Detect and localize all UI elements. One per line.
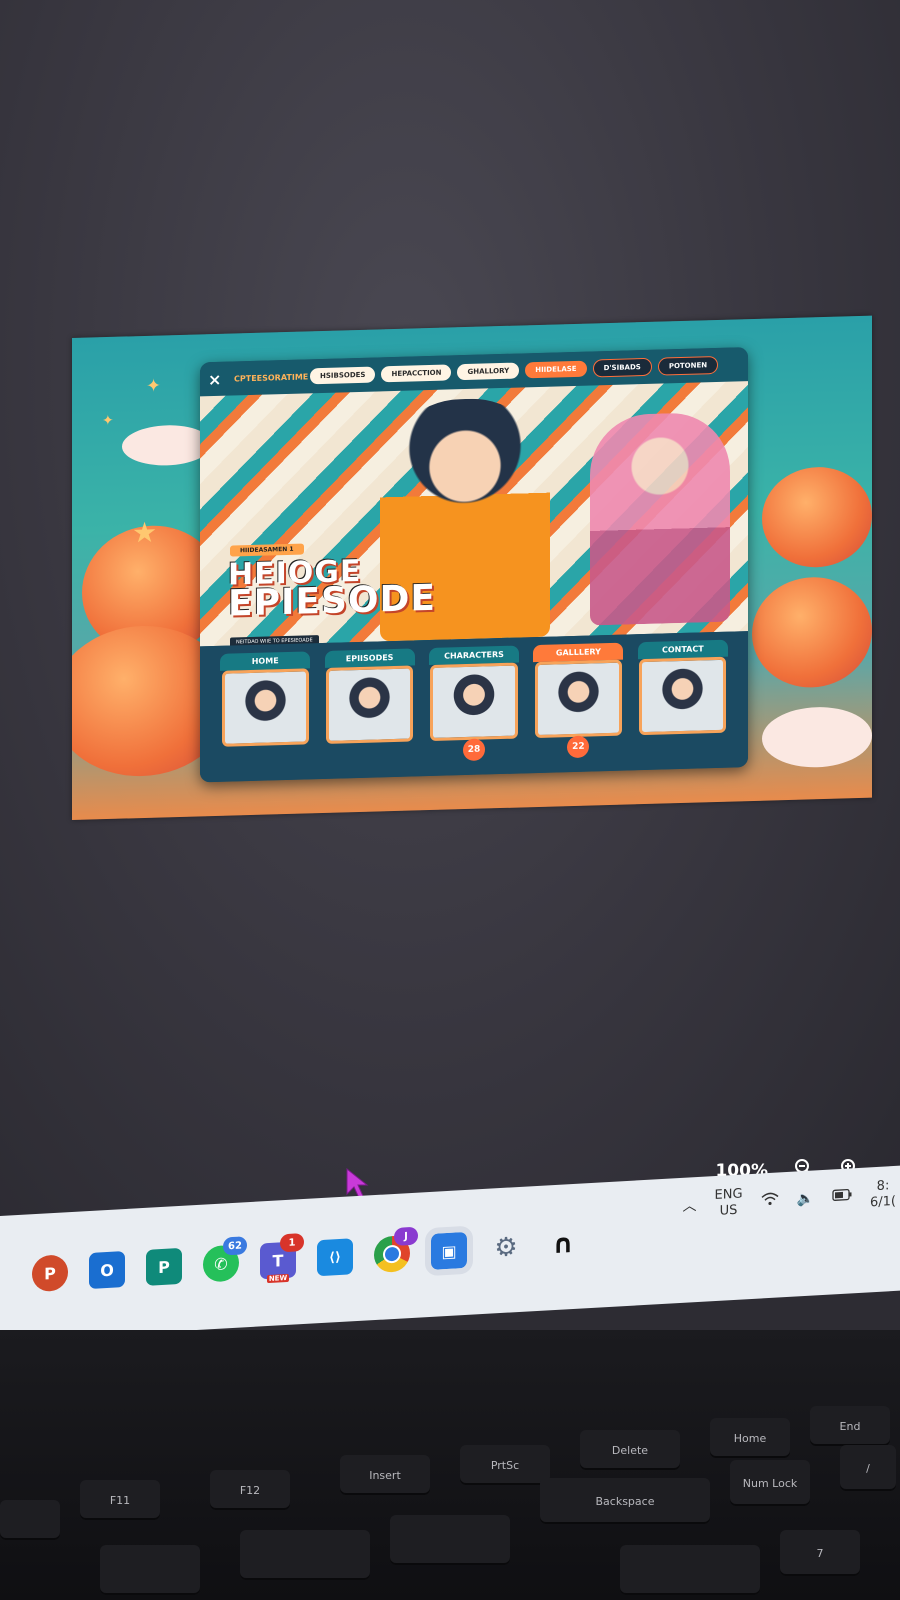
outlook-icon[interactable]: O (89, 1251, 125, 1290)
teams-icon[interactable]: T 1 NEW (260, 1233, 304, 1284)
publisher-icon[interactable]: P (146, 1247, 182, 1286)
monitor-screen: ★ ✦ ✦ × CPTEESORATIME HSIBSODES HEPACCTI… (0, 0, 900, 1235)
app-icon[interactable]: ∩ (545, 1226, 581, 1264)
region-code: US (719, 1202, 738, 1219)
star-icon: ✦ (102, 412, 114, 430)
photos-icon[interactable]: ▣ (425, 1225, 473, 1277)
card-characters[interactable]: CHARACTERS 28 (427, 645, 521, 768)
chrome-icon[interactable]: J (374, 1226, 418, 1274)
anime-website-mockup: × CPTEESORATIME HSIBSODES HEPACCTION GHA… (200, 347, 748, 783)
side-character-illustration (590, 411, 730, 626)
app-glyph: ∩ (552, 1228, 574, 1261)
tree-decoration (762, 465, 872, 569)
key-generic (0, 1500, 60, 1540)
settings-icon[interactable]: ⚙ (488, 1229, 524, 1267)
card-gallery[interactable]: GALLLERY 22 (531, 642, 625, 766)
app-glyph: O (100, 1260, 114, 1280)
key-generic (100, 1545, 200, 1595)
chevron-up-icon[interactable]: ︿ (683, 1195, 697, 1216)
key-generic (240, 1530, 370, 1580)
hero-banner: HIIDEASAMEN 1 HEIOGE EPIESODE NEITDAO WI… (200, 381, 748, 648)
app-glyph: T (272, 1250, 284, 1271)
key-7: 7 (780, 1530, 860, 1576)
taskbar-apps: P O P ✆ 62 T 1 NEW ⟨⟩ J ▣ ⚙ ∩ (32, 1225, 581, 1293)
star-icon: ★ (132, 515, 158, 550)
system-tray: ︿ ENG US 🔈 8: 6/1( (683, 1178, 896, 1221)
card-image (221, 668, 309, 747)
app-glyph: ⟨⟩ (329, 1249, 341, 1266)
key-slash: / (840, 1445, 896, 1491)
profile-badge: J (394, 1226, 418, 1246)
nav-item[interactable]: HIIDELASE (525, 360, 587, 379)
card-home[interactable]: HOME (218, 651, 312, 774)
card-episodes[interactable]: EPIISODES (322, 648, 416, 771)
key-generic (620, 1545, 760, 1595)
key-end: End (810, 1406, 890, 1446)
notification-badge: 1 (280, 1233, 304, 1253)
app-glyph: P (44, 1263, 56, 1284)
whatsapp-icon[interactable]: ✆ 62 (203, 1236, 247, 1283)
key-prtsc: PrtSc (460, 1445, 550, 1485)
card-contact[interactable]: CONTACT (636, 639, 730, 763)
powerpoint-icon[interactable]: P (32, 1254, 68, 1293)
app-glyph: ⚙ (494, 1232, 518, 1264)
card-row: HOME EPIISODES CHARACTERS 28 GALLLERY 22 (200, 631, 748, 783)
vscode-icon[interactable]: ⟨⟩ (317, 1238, 353, 1277)
clock-date: 6/1( (870, 1193, 896, 1210)
key-numlock: Num Lock (730, 1460, 810, 1506)
clock[interactable]: 8: 6/1( (870, 1178, 896, 1211)
hero-badge: HIIDEASAMEN 1 (230, 543, 304, 557)
lang-code: ENG (714, 1186, 743, 1204)
nav-item[interactable]: HEPACCTION (381, 364, 452, 383)
nav-item[interactable]: HSIBSODES (310, 366, 376, 385)
displayed-image: ★ ✦ ✦ × CPTEESORATIME HSIBSODES HEPACCTI… (72, 315, 872, 820)
key-f12: F12 (210, 1470, 290, 1510)
key-delete: Delete (580, 1430, 680, 1470)
card-image (326, 665, 414, 744)
card-count-badge: 22 (567, 735, 590, 759)
hero-title-line2: EPIESODE (228, 577, 436, 625)
laptop-keyboard: F11 F12 Insert PrtSc Delete Home End Bac… (0, 1330, 900, 1600)
nav-item[interactable]: POTONEN (657, 355, 719, 376)
key-home: Home (710, 1418, 790, 1458)
key-insert: Insert (340, 1455, 430, 1495)
nav-item[interactable]: GHALLORY (457, 362, 520, 381)
card-image (639, 656, 727, 736)
key-backspace: Backspace (540, 1478, 710, 1524)
language-indicator[interactable]: ENG US (715, 1186, 743, 1219)
key-f11: F11 (80, 1480, 160, 1520)
hero-title: HEIOGE EPIESODE (228, 554, 436, 625)
close-icon[interactable]: × (208, 369, 228, 388)
nav-item[interactable]: D'SIBADS (592, 357, 652, 378)
cloud-decoration (122, 424, 212, 467)
key-generic (390, 1515, 510, 1565)
notification-badge: 62 (223, 1236, 247, 1256)
card-image (430, 662, 518, 741)
cloud-decoration (762, 705, 872, 769)
wifi-icon[interactable] (761, 1191, 779, 1210)
card-count-badge: 28 (463, 738, 486, 762)
chrome-center (383, 1244, 401, 1264)
site-brand: CPTEESORATIME (234, 371, 309, 383)
tree-decoration (752, 575, 872, 690)
app-glyph: ✆ (214, 1253, 228, 1274)
app-glyph: P (158, 1257, 170, 1277)
volume-icon[interactable]: 🔈 (797, 1190, 814, 1207)
star-icon: ✦ (146, 375, 162, 397)
teams-new-label: NEW (266, 1273, 290, 1284)
card-image (534, 659, 623, 739)
battery-icon[interactable] (832, 1188, 852, 1205)
app-glyph: ▣ (441, 1240, 457, 1261)
clock-time: 8: (876, 1178, 890, 1194)
